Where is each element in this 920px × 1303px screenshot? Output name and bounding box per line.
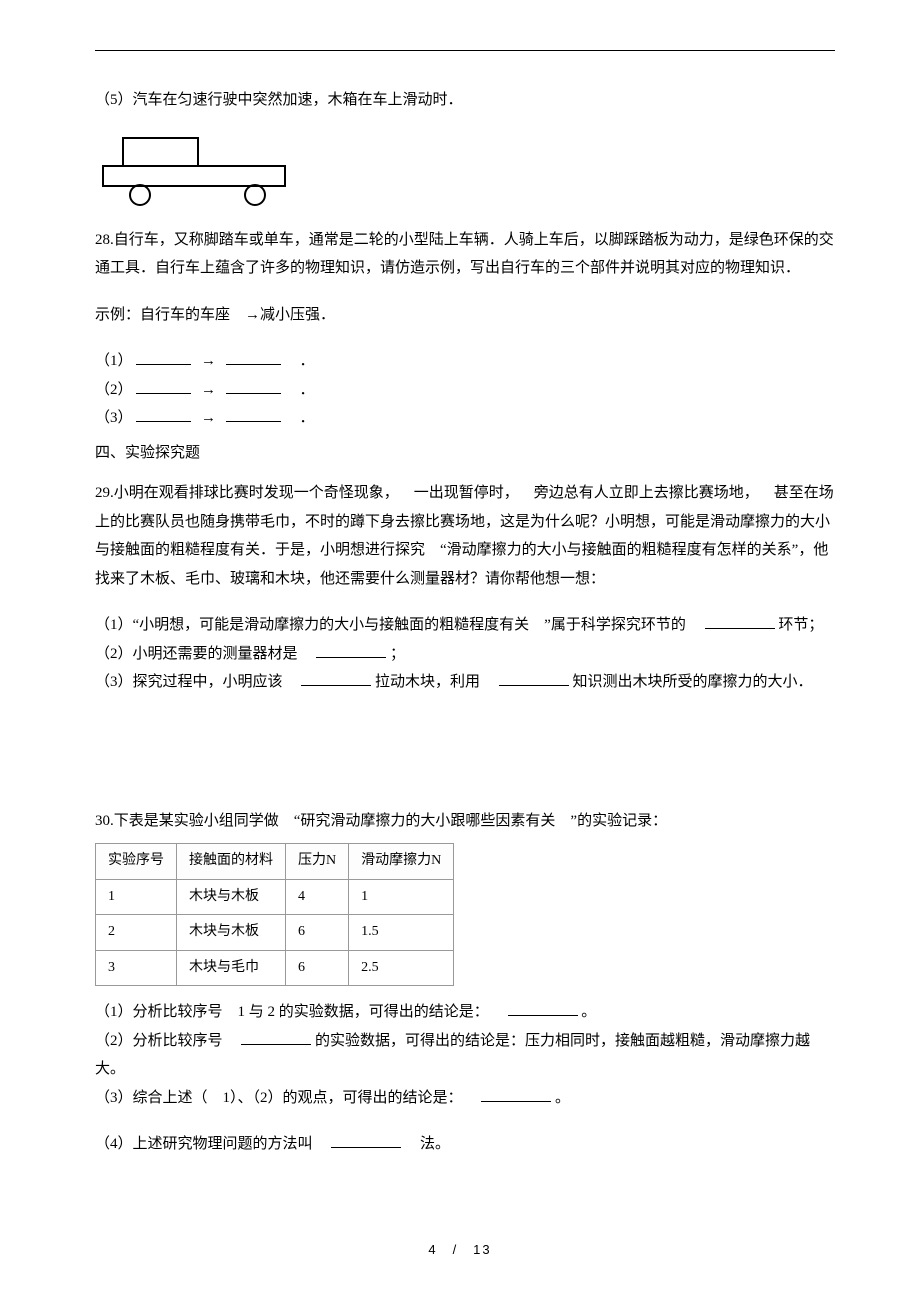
fill-blank[interactable] — [136, 349, 191, 365]
cell: 2.5 — [349, 950, 454, 986]
item-label: （3） — [95, 410, 133, 426]
q28-intro: 28.自行车，又称脚踏车或单车，通常是二轮的小型陆上车辆．人骑上车后，以脚踩踏板… — [95, 226, 835, 283]
fill-blank[interactable] — [481, 1086, 551, 1102]
truck-figure — [95, 133, 835, 208]
cell: 1 — [96, 879, 177, 915]
fill-blank[interactable] — [136, 378, 191, 394]
arrow-icon: → — [201, 353, 216, 369]
fill-blank[interactable] — [241, 1029, 311, 1045]
table-row: 1 木块与木板 4 1 — [96, 879, 454, 915]
cell: 3 — [96, 950, 177, 986]
dot: ． — [285, 410, 315, 426]
arrow-icon: → — [201, 410, 216, 426]
fill-blank[interactable] — [226, 349, 281, 365]
cell: 4 — [286, 879, 349, 915]
text: （3）综合上述（ 1）、（2）的观点，可得出的结论是： — [95, 1090, 478, 1106]
blank-space — [95, 697, 835, 807]
cell: 木块与毛巾 — [177, 950, 286, 986]
cell: 木块与木板 — [177, 879, 286, 915]
text: （3）探究过程中，小明应该 — [95, 674, 298, 690]
q28-item-1: （1） → ． — [95, 347, 835, 376]
q30-p2: （2）分析比较序号 的实验数据，可得出的结论是：压力相同时，接触面越粗糙，滑动摩… — [95, 1027, 835, 1084]
text: 。 — [581, 1004, 596, 1020]
th-force: 压力N — [286, 844, 349, 880]
text: 拉动木块，利用 — [375, 674, 495, 690]
fill-blank[interactable] — [331, 1132, 401, 1148]
text: 环节； — [778, 617, 823, 633]
q27-5-text: （5）汽车在匀速行驶中突然加速，木箱在车上滑动时． — [95, 86, 835, 115]
q28-item-2: （2） → ． — [95, 376, 835, 405]
text: （4）上述研究物理问题的方法叫 — [95, 1136, 328, 1152]
text: （2）分析比较序号 — [95, 1033, 238, 1049]
item-label: （2） — [95, 382, 133, 398]
cell: 1.5 — [349, 915, 454, 951]
spacer — [95, 1112, 835, 1130]
page-number: 4 / 13 — [0, 1238, 920, 1263]
table-header-row: 实验序号 接触面的材料 压力N 滑动摩擦力N — [96, 844, 454, 880]
q29-p3: （3）探究过程中，小明应该 拉动木块，利用 知识测出木块所受的摩擦力的大小． — [95, 668, 835, 697]
text: （1）分析比较序号 1 与 2 的实验数据，可得出的结论是： — [95, 1004, 504, 1020]
q30-p4: （4）上述研究物理问题的方法叫 法。 — [95, 1130, 835, 1159]
top-rule — [95, 50, 835, 51]
fill-blank[interactable] — [226, 406, 281, 422]
th-index: 实验序号 — [96, 844, 177, 880]
experiment-table: 实验序号 接触面的材料 压力N 滑动摩擦力N 1 木块与木板 4 1 2 木块与… — [95, 843, 454, 986]
q30-p1: （1）分析比较序号 1 与 2 的实验数据，可得出的结论是： 。 — [95, 998, 835, 1027]
text: 。 — [555, 1090, 570, 1106]
fill-blank[interactable] — [136, 406, 191, 422]
cell: 2 — [96, 915, 177, 951]
dot: ． — [285, 382, 315, 398]
fill-blank[interactable] — [226, 378, 281, 394]
q29-body: 29.小明在观看排球比赛时发现一个奇怪现象， 一出现暂停时， 旁边总有人立即上去… — [95, 479, 835, 593]
q29-p1: （1）“小明想，可能是滑动摩擦力的大小与接触面的粗糙程度有关 ”属于科学探究环节… — [95, 611, 835, 640]
cell: 6 — [286, 915, 349, 951]
cell: 木块与木板 — [177, 915, 286, 951]
item-label: （1） — [95, 353, 133, 369]
text: 知识测出木块所受的摩擦力的大小． — [573, 674, 813, 690]
arrow-icon: → — [201, 382, 216, 398]
table-row: 2 木块与木板 6 1.5 — [96, 915, 454, 951]
q30-intro: 30.下表是某实验小组同学做 “研究滑动摩擦力的大小跟哪些因素有关 ”的实验记录… — [95, 807, 835, 836]
text: （2）小明还需要的测量器材是 — [95, 646, 313, 662]
q29-p2: （2）小明还需要的测量器材是 ； — [95, 640, 835, 669]
q28-example: 示例：自行车的车座 →减小压强． — [95, 301, 835, 330]
text: ； — [390, 646, 405, 662]
text: 法。 — [405, 1136, 450, 1152]
cell: 6 — [286, 950, 349, 986]
text: （1）“小明想，可能是滑动摩擦力的大小与接触面的粗糙程度有关 ”属于科学探究环节… — [95, 617, 701, 633]
fill-blank[interactable] — [508, 1000, 578, 1016]
dot: ． — [285, 353, 315, 369]
fill-blank[interactable] — [301, 670, 371, 686]
fill-blank[interactable] — [316, 642, 386, 658]
q30-p3: （3）综合上述（ 1）、（2）的观点，可得出的结论是： 。 — [95, 1084, 835, 1113]
fill-blank[interactable] — [499, 670, 569, 686]
th-friction: 滑动摩擦力N — [349, 844, 454, 880]
q28-item-3: （3） → ． — [95, 404, 835, 433]
fill-blank[interactable] — [705, 613, 775, 629]
cell: 1 — [349, 879, 454, 915]
table-row: 3 木块与毛巾 6 2.5 — [96, 950, 454, 986]
section-4-title: 四、实验探究题 — [95, 439, 835, 468]
th-material: 接触面的材料 — [177, 844, 286, 880]
